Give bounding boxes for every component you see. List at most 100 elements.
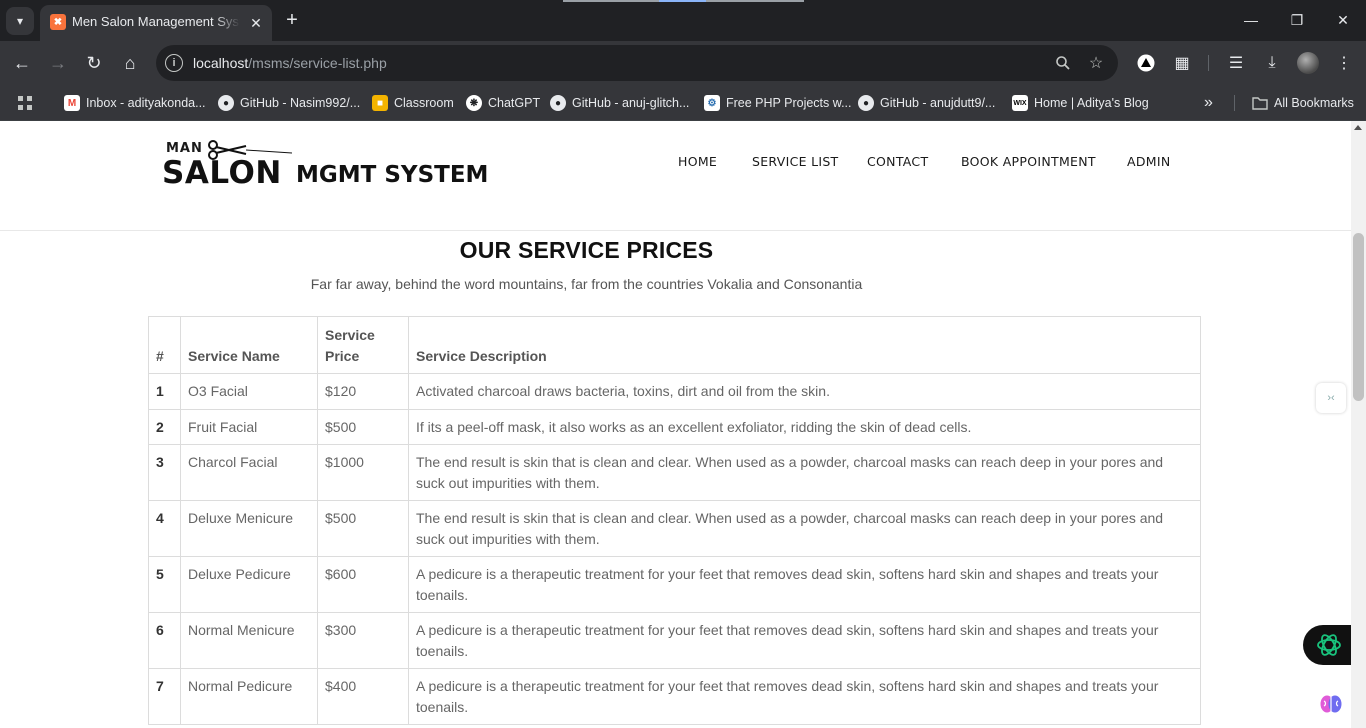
row-number: 4 xyxy=(148,500,181,557)
browser-tab-strip: ▾ ✖ Men Salon Management System ✕ + — ❐ … xyxy=(0,0,1366,41)
bookmark-github-nasim[interactable]: ● GitHub - Nasim992/... xyxy=(218,91,360,115)
home-icon[interactable]: ⌂ xyxy=(117,50,143,76)
section-title: OUR SERVICE PRICES xyxy=(459,237,714,263)
logo-man-text: MAN xyxy=(166,141,203,156)
bookmark-github-anujdutt9[interactable]: ● GitHub - anujdutt9/... xyxy=(858,91,995,115)
all-bookmarks-folder[interactable]: All Bookmarks xyxy=(1252,91,1354,115)
table-row: 7 Normal Pedicure $400 A pedicure is a t… xyxy=(148,668,1201,725)
nav-home[interactable]: HOME xyxy=(678,154,717,172)
service-description: A pedicure is a therapeutic treatment fo… xyxy=(408,668,1201,725)
nav-service-list[interactable]: SERVICE LIST xyxy=(752,154,839,172)
service-name: Normal Pedicure xyxy=(180,668,318,725)
gmail-icon: M xyxy=(64,95,80,111)
bookmark-github-anuj-glitch[interactable]: ● GitHub - anuj-glitch... xyxy=(550,91,689,115)
page-scrollbar[interactable] xyxy=(1351,121,1366,728)
table-row: 1 O3 Facial $120 Activated charcoal draw… xyxy=(148,373,1201,410)
site-info-icon[interactable]: i xyxy=(165,54,183,72)
row-number: 7 xyxy=(148,668,181,725)
wix-icon: WIX xyxy=(1012,95,1028,111)
back-arrow-icon[interactable]: ← xyxy=(9,50,35,76)
github-icon: ● xyxy=(218,95,234,111)
apps-grid-icon[interactable] xyxy=(17,91,33,115)
header-service-description: Service Description xyxy=(408,316,1201,374)
profile-avatar[interactable] xyxy=(1297,52,1319,74)
extension-triangle-icon[interactable] xyxy=(1135,52,1157,74)
active-tab[interactable]: ✖ Men Salon Management System ✕ xyxy=(40,5,272,41)
side-panel-collapse-icon[interactable]: ›‹ xyxy=(1316,383,1346,413)
tab-close-icon[interactable]: ✕ xyxy=(246,13,266,33)
service-description: A pedicure is a therapeutic treatment fo… xyxy=(408,556,1201,613)
forward-arrow-icon[interactable]: → xyxy=(45,50,71,76)
minimize-window-icon[interactable]: — xyxy=(1233,6,1269,34)
bookmark-classroom[interactable]: ■ Classroom xyxy=(372,91,454,115)
bookmarks-bar: M Inbox - adityakonda... ● GitHub - Nasim9… xyxy=(0,85,1366,121)
service-name: Deluxe Menicure xyxy=(180,500,318,557)
scrollbar-thumb[interactable] xyxy=(1353,233,1364,401)
github-icon: ● xyxy=(858,95,874,111)
service-description: The end result is skin that is clean and… xyxy=(408,444,1201,501)
bookmark-free-php-projects[interactable]: ⚙ Free PHP Projects w... xyxy=(704,91,852,115)
header-number: # xyxy=(148,316,181,374)
tab-search-chevron-icon[interactable]: ▾ xyxy=(6,7,34,35)
logo-mgmt-text: MGMT SYSTEM xyxy=(296,162,489,188)
row-number: 5 xyxy=(148,556,181,613)
reload-icon[interactable]: ↻ xyxy=(81,50,107,76)
header-service-name: Service Name xyxy=(180,316,318,374)
bookmark-chatgpt[interactable]: ❋ ChatGPT xyxy=(466,91,540,115)
service-description: A pedicure is a therapeutic treatment fo… xyxy=(408,612,1201,669)
nav-contact[interactable]: CONTACT xyxy=(867,154,928,172)
bookmark-adityas-blog[interactable]: WIX Home | Aditya's Blog xyxy=(1012,91,1149,115)
section-subtitle: Far far away, behind the word mountains,… xyxy=(310,276,863,292)
table-row: 2 Fruit Facial $500 If its a peel-off ma… xyxy=(148,408,1201,445)
service-price: $120 xyxy=(317,373,409,410)
folder-icon xyxy=(1252,95,1268,111)
table-row: 4 Deluxe Menicure $500 The end result is… xyxy=(148,500,1201,557)
bookmark-gmail[interactable]: M Inbox - adityakonda... xyxy=(64,91,206,115)
browser-toolbar: ← → ↻ ⌂ i localhost/msms/service-list.ph… xyxy=(0,41,1366,85)
page-load-indicator xyxy=(563,0,804,2)
toolbar-divider xyxy=(1208,55,1209,71)
row-number: 2 xyxy=(148,408,181,445)
url-text[interactable]: localhost/msms/service-list.php xyxy=(193,55,387,71)
service-name: Deluxe Pedicure xyxy=(180,556,318,613)
bookmarks-divider xyxy=(1234,95,1235,111)
chatgpt-knot-icon xyxy=(1317,634,1341,656)
row-number: 6 xyxy=(148,612,181,669)
service-name: Charcol Facial xyxy=(180,444,318,501)
github-icon: ● xyxy=(550,95,566,111)
bookmarks-overflow-chevron-icon[interactable]: » xyxy=(1204,91,1213,115)
chatgpt-floating-button[interactable] xyxy=(1303,625,1355,665)
table-row: 5 Deluxe Pedicure $600 A pedicure is a t… xyxy=(148,556,1201,613)
service-price: $600 xyxy=(317,556,409,613)
page-viewport: MAN SALON MGMT SYSTEM HOME SERVICE LIST … xyxy=(0,121,1366,728)
service-name: Normal Menicure xyxy=(180,612,318,669)
bookmark-star-icon[interactable]: ☆ xyxy=(1086,53,1106,73)
ai-brain-assistant-icon[interactable] xyxy=(1319,692,1343,716)
service-name: Fruit Facial xyxy=(180,408,318,445)
nav-admin[interactable]: ADMIN xyxy=(1127,154,1171,172)
row-number: 3 xyxy=(148,444,181,501)
header-service-price: Service Price xyxy=(317,316,409,374)
site-logo[interactable]: MAN SALON MGMT SYSTEM xyxy=(162,139,502,195)
restore-window-icon[interactable]: ❐ xyxy=(1279,6,1315,34)
classroom-icon: ■ xyxy=(372,95,388,111)
service-price: $300 xyxy=(317,612,409,669)
nav-book-appointment[interactable]: BOOK APPOINTMENT xyxy=(961,154,1096,172)
chrome-menu-kebab-icon[interactable]: ⋮ xyxy=(1333,52,1355,74)
service-price: $1000 xyxy=(317,444,409,501)
chatgpt-icon: ❋ xyxy=(466,95,482,111)
zoom-magnifier-icon[interactable] xyxy=(1053,53,1073,73)
address-bar[interactable]: i localhost/msms/service-list.php ☆ xyxy=(156,45,1118,81)
service-name: O3 Facial xyxy=(180,373,318,410)
table-row: 6 Normal Menicure $300 A pedicure is a t… xyxy=(148,612,1201,669)
extensions-puzzle-icon[interactable]: ▦ xyxy=(1171,52,1193,74)
download-icon[interactable]: ⤓ xyxy=(1261,52,1283,74)
new-tab-plus-icon[interactable]: + xyxy=(280,8,304,32)
close-window-icon[interactable]: ✕ xyxy=(1325,6,1361,34)
row-number: 1 xyxy=(148,373,181,410)
scroll-up-arrow-icon[interactable] xyxy=(1354,125,1362,130)
table-header-row: # Service Name Service Price Service Des… xyxy=(148,316,1201,374)
reading-list-icon[interactable]: ☰ xyxy=(1225,52,1247,74)
service-description: Activated charcoal draws bacteria, toxin… xyxy=(408,373,1201,410)
table-row: 3 Charcol Facial $1000 The end result is… xyxy=(148,444,1201,501)
